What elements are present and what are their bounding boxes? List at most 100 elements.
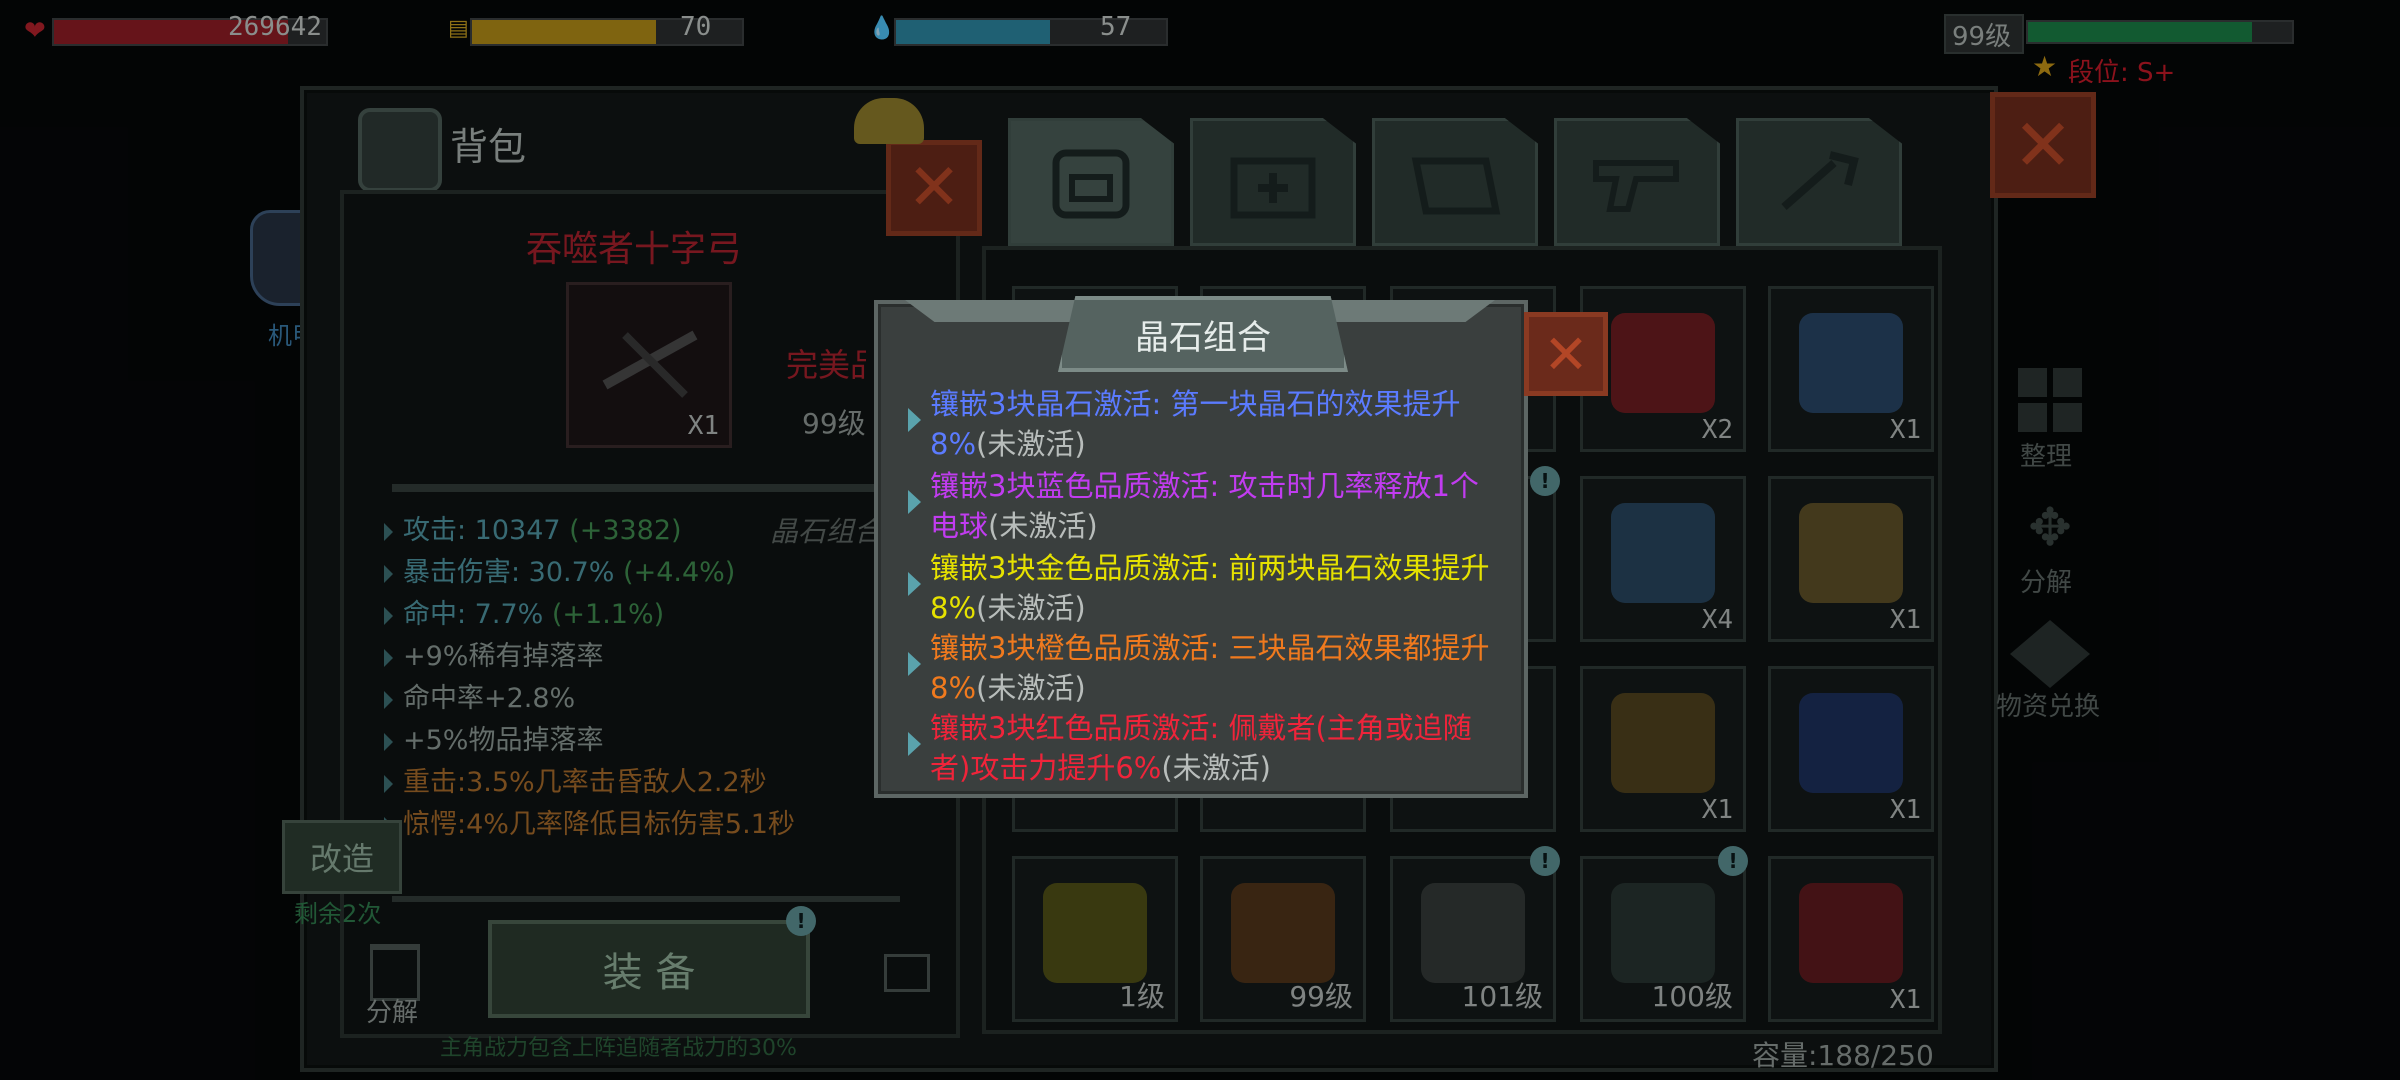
dismantle-side-label[interactable]: 分解 <box>2020 562 2072 599</box>
exchange-label[interactable]: 物资兑换 <box>1996 686 2100 723</box>
item-level-label: 1级 <box>1119 980 1165 1013</box>
item-count-label: X1 <box>1889 605 1921 635</box>
combo-status: (未激活) <box>1161 751 1271 785</box>
crystal-combo-link[interactable]: 晶石组合 <box>770 510 876 550</box>
dismantle-label[interactable]: 分解 <box>366 992 418 1029</box>
popup-title: 晶石组合 <box>1058 296 1348 372</box>
item-icon <box>1421 883 1525 983</box>
item-icon <box>1799 503 1903 603</box>
energy-bar-fill <box>472 20 656 44</box>
combo-entry: 镶嵌3块红色品质激活: 佩戴者(主角或追随者)攻击力提升6%(未激活) <box>908 708 1490 788</box>
item-icon <box>1043 883 1147 983</box>
inventory-slot[interactable]: 100级 <box>1580 856 1746 1022</box>
close-inventory-button[interactable]: ✕ <box>1990 92 2096 198</box>
gun-icon <box>1593 160 1679 212</box>
item-icon <box>1799 313 1903 413</box>
exp-bar <box>2026 20 2294 44</box>
inventory-slot[interactable]: X1 <box>1768 476 1934 642</box>
hp-value: 269642 <box>228 12 322 42</box>
stat-label: 惊愕:4%几率降低目标伤害5.1秒 <box>403 809 795 840</box>
stat-bonus: (+1.1%) <box>543 599 665 630</box>
bullet-arrow-icon <box>908 408 921 432</box>
remaining-count: 剩余2次 <box>294 900 382 928</box>
tab-food[interactable] <box>1372 118 1538 246</box>
capacity-label: 容量:188/250 <box>1752 1039 1934 1072</box>
tab-medkit[interactable] <box>1190 118 1356 246</box>
close-detail-button[interactable]: ✕ <box>886 140 982 236</box>
new-item-alert-icon: ! <box>1530 466 1560 496</box>
combo-status: (未激活) <box>976 591 1086 625</box>
shield-bar-fill <box>896 20 1050 44</box>
lock-icon[interactable] <box>884 954 930 992</box>
combo-entry: 镶嵌3块橙色品质激活: 三块晶石效果都提升8%(未激活) <box>908 628 1490 708</box>
item-count-label: X4 <box>1701 605 1733 635</box>
shield-value: 57 <box>1100 12 1132 42</box>
new-item-alert-icon: ! <box>1718 846 1748 876</box>
combo-status: (未激活) <box>976 427 1086 461</box>
exchange-icon[interactable] <box>2010 620 2090 688</box>
tab-tools[interactable] <box>1736 118 1902 246</box>
item-count-label: X2 <box>1701 415 1733 445</box>
tab-weapon[interactable] <box>1554 118 1720 246</box>
stat-line: +9%稀有掉落率 <box>384 634 603 673</box>
inventory-slot[interactable]: X1 <box>1768 666 1934 832</box>
selected-item-slot[interactable]: X1 <box>566 282 732 448</box>
item-name: 吞噬者十字弓 <box>526 229 743 270</box>
bullet-arrow-icon <box>384 648 393 667</box>
combo-entry: 镶嵌3块晶石激活: 第一块晶石的效果提升8%(未激活) <box>908 384 1490 464</box>
medkit-icon <box>1230 157 1316 219</box>
crossbow-icon <box>595 315 705 405</box>
heart-icon: ❤ <box>24 16 46 46</box>
item-icon <box>1611 503 1715 603</box>
bullet-arrow-icon <box>384 522 393 541</box>
inventory-slot[interactable]: X1 <box>1768 286 1934 452</box>
bullet-arrow-icon <box>384 564 393 583</box>
exp-bar-fill <box>2028 22 2253 42</box>
close-popup-button[interactable]: ✕ <box>1524 312 1608 396</box>
rank-label: 段位: S+ <box>2068 58 2176 88</box>
inventory-slot[interactable]: X4 <box>1580 476 1746 642</box>
inventory-slot[interactable]: X1 <box>1768 856 1934 1022</box>
stat-line: 命中率+2.8% <box>384 676 575 715</box>
stat-label: 重击:3.5%几率击昏敌人2.2秒 <box>403 767 767 798</box>
new-item-alert-icon: ! <box>1530 846 1560 876</box>
item-count-label: X1 <box>1889 985 1921 1015</box>
item-icon <box>1799 693 1903 793</box>
equip-alert-icon: ! <box>786 906 816 936</box>
modify-button[interactable]: 改造 <box>282 820 402 894</box>
sort-label[interactable]: 整理 <box>2020 436 2072 473</box>
stat-label: 命中率+2.8% <box>403 683 576 714</box>
inventory-slot[interactable]: 101级 <box>1390 856 1556 1022</box>
tab-backpack[interactable] <box>1008 118 1174 246</box>
inventory-slot[interactable]: 99级 <box>1200 856 1366 1022</box>
bullet-arrow-icon <box>908 732 921 756</box>
energy-icon: ▤ <box>448 16 469 41</box>
item-count-label: X1 <box>1889 415 1921 445</box>
sort-icon[interactable] <box>2018 368 2082 432</box>
stat-line: 重击:3.5%几率击昏敌人2.2秒 <box>384 760 767 799</box>
bullet-arrow-icon <box>908 572 921 596</box>
combo-status: (未激活) <box>976 671 1086 705</box>
combo-entry: 镶嵌3块蓝色品质激活: 攻击时几率释放1个电球(未激活) <box>908 466 1490 546</box>
equip-button[interactable]: 装 备 <box>488 920 810 1018</box>
level-label: 99级 <box>1952 22 2012 52</box>
stat-label: 命中: 7.7% <box>403 599 544 630</box>
dismantle-arrows-icon[interactable]: ✥ <box>2012 490 2088 566</box>
stat-label: 攻击: 10347 <box>403 515 561 546</box>
item-icon <box>1611 883 1715 983</box>
footer-note: 主角战力包含上阵追随者战力的30% <box>440 1036 797 1061</box>
item-level-label: 99级 <box>1289 980 1353 1013</box>
stat-line: 惊愕:4%几率降低目标伤害5.1秒 <box>384 802 795 841</box>
star-icon: ★ <box>2032 50 2058 83</box>
stat-label: 暴击伤害: 30.7% <box>403 557 615 588</box>
modify-button-label: 改造 <box>309 840 374 878</box>
stat-line: 命中: 7.7% (+1.1%) <box>384 592 664 631</box>
divider <box>392 484 912 492</box>
stat-line: 暴击伤害: 30.7% (+4.4%) <box>384 550 735 589</box>
bullet-arrow-icon <box>384 774 393 793</box>
bullet-arrow-icon <box>908 490 921 514</box>
item-count-label: X1 <box>1889 795 1921 825</box>
energy-value: 70 <box>680 12 712 42</box>
inventory-slot[interactable]: 1级 <box>1012 856 1178 1022</box>
inventory-slot[interactable]: X1 <box>1580 666 1746 832</box>
